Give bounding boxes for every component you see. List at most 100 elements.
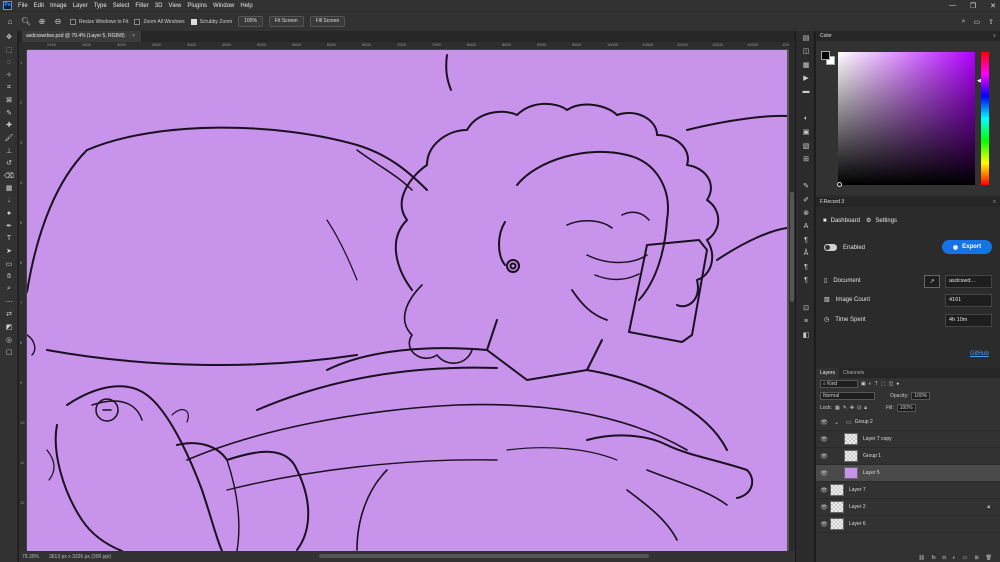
- color-picker-field[interactable]: [838, 52, 975, 185]
- zoom-tool-icon[interactable]: ⌕: [0, 283, 18, 296]
- character-panel-icon[interactable]: A: [796, 220, 816, 234]
- menu-file[interactable]: File: [15, 3, 31, 9]
- fx-icon[interactable]: fx: [932, 555, 936, 561]
- hue-slider-arrow-icon[interactable]: ◀: [977, 78, 981, 84]
- para-styles-icon[interactable]: ¶: [796, 274, 816, 288]
- visibility-eye-icon[interactable]: 👁︎: [818, 521, 830, 528]
- menu-plugins[interactable]: Plugins: [184, 3, 210, 9]
- menu-type[interactable]: Type: [91, 3, 110, 9]
- quick-mask-icon[interactable]: ◎: [0, 333, 18, 346]
- layer-row-layer-5[interactable]: 👁︎ Layer 5: [816, 465, 1000, 482]
- screen-mode-icon[interactable]: ▢: [0, 346, 18, 359]
- properties-panel-icon[interactable]: ◫: [796, 45, 816, 59]
- adjustment-layer-icon[interactable]: ◐: [953, 555, 956, 561]
- rectangle-tool-icon[interactable]: ▭: [0, 258, 18, 271]
- document-tab[interactable]: asdcsswdws.psd @ 79.4% (Layer 5, RGB/8) …: [22, 31, 142, 42]
- brush-tool-icon[interactable]: 🖌︎: [0, 132, 18, 145]
- gradient-tool-icon[interactable]: ▦: [0, 182, 18, 195]
- zoom-in-icon[interactable]: ⊕: [36, 16, 48, 28]
- eraser-tool-icon[interactable]: ⌫: [0, 170, 18, 183]
- menu-image[interactable]: Image: [47, 3, 70, 9]
- brushes-panel-icon[interactable]: ✐: [796, 193, 816, 207]
- blur-tool-icon[interactable]: 💧︎: [0, 195, 18, 208]
- github-link[interactable]: GitHub: [970, 351, 989, 357]
- layer-row-layer-6[interactable]: 👁︎ Layer 6: [816, 516, 1000, 533]
- status-zoom[interactable]: 79.39%: [19, 554, 49, 560]
- export-button[interactable]: ◉ Export: [942, 240, 992, 254]
- visibility-eye-icon[interactable]: 👁︎: [818, 436, 830, 443]
- add-mask-icon[interactable]: ◘: [943, 555, 946, 561]
- fg-bg-swatches[interactable]: [821, 51, 835, 65]
- fill-screen-button[interactable]: Fill Screen: [309, 16, 346, 27]
- comments-panel-icon[interactable]: ▬: [796, 85, 816, 99]
- crop-tool-icon[interactable]: ⌗: [0, 81, 18, 94]
- tab-layers[interactable]: Layers: [816, 368, 840, 378]
- lock-position-icon[interactable]: ✥: [850, 405, 854, 411]
- canvas-area[interactable]: [27, 50, 789, 551]
- swatches-panel-icon[interactable]: ▣: [796, 126, 816, 140]
- more-tools-icon[interactable]: ⋯: [0, 295, 18, 308]
- share-icon[interactable]: ⇪: [988, 18, 994, 26]
- move-tool-icon[interactable]: ✥: [0, 31, 18, 44]
- menu-filter[interactable]: Filter: [132, 3, 151, 9]
- layer-row-layer-7-copy[interactable]: 👁︎ Layer 7 copy: [816, 431, 1000, 448]
- type-tool-icon[interactable]: T: [0, 233, 18, 246]
- minimize-icon[interactable]: —: [949, 2, 956, 9]
- lock-transparent-icon[interactable]: ▦: [835, 405, 840, 411]
- menu-layer[interactable]: Layer: [70, 3, 91, 9]
- path-selection-tool-icon[interactable]: ➤: [0, 245, 18, 258]
- patterns-panel-icon[interactable]: ⊞: [796, 153, 816, 167]
- menu-edit[interactable]: Edit: [31, 3, 47, 9]
- fill-input[interactable]: 100%: [896, 404, 916, 412]
- scrubby-zoom-checkbox[interactable]: Scrubby Zoom: [190, 18, 232, 25]
- panel-menu-icon[interactable]: ≡: [993, 197, 996, 207]
- adjust-sliders-icon[interactable]: ≡: [796, 315, 816, 329]
- layer-row-layer-2[interactable]: 👁︎ Layer 2 🔒︎: [816, 499, 1000, 516]
- close-icon[interactable]: ✕: [990, 2, 996, 10]
- filter-toggle-icon[interactable]: ●: [896, 381, 899, 387]
- visibility-eye-icon[interactable]: 👁︎: [818, 419, 830, 426]
- panel-menu-icon[interactable]: ≡: [993, 31, 996, 41]
- visibility-eye-icon[interactable]: 👁︎: [818, 487, 830, 494]
- menu-help[interactable]: Help: [237, 3, 255, 9]
- layer-row-layer-7[interactable]: 👁︎ Layer 7: [816, 482, 1000, 499]
- filter-pixel-icon[interactable]: ▣: [861, 381, 866, 387]
- gradients-panel-icon[interactable]: ▧: [796, 139, 816, 153]
- vertical-scroll-thumb[interactable]: [790, 192, 794, 302]
- swap-colors-icon[interactable]: ⇄: [0, 308, 18, 321]
- filter-shape-icon[interactable]: ⬚: [881, 381, 886, 387]
- enabled-toggle[interactable]: [824, 244, 837, 251]
- frecord-panel-icon[interactable]: ◧: [796, 328, 816, 342]
- chevron-down-icon[interactable]: ⌄: [834, 419, 839, 426]
- zoom-100-button[interactable]: 100%: [238, 16, 263, 27]
- new-group-icon[interactable]: ▭: [963, 555, 968, 561]
- pen-tool-icon[interactable]: ✒: [0, 220, 18, 233]
- magic-wand-tool-icon[interactable]: ✧: [0, 69, 18, 82]
- resize-windows-checkbox[interactable]: Resize Windows to Fit: [70, 18, 128, 25]
- opacity-input[interactable]: 100%: [911, 392, 931, 400]
- visibility-eye-icon[interactable]: 👁︎: [818, 453, 830, 460]
- new-layer-icon[interactable]: ⊞: [974, 555, 978, 561]
- tab-settings[interactable]: ⚙ Settings: [866, 217, 897, 225]
- tab-channels[interactable]: Channels: [839, 368, 868, 378]
- eyedropper-tool-icon[interactable]: ✎: [0, 107, 18, 120]
- workspace-icon[interactable]: ▭: [974, 18, 981, 26]
- lock-image-icon[interactable]: ✎: [843, 405, 847, 411]
- glyphs-panel-icon[interactable]: Å: [796, 247, 816, 261]
- lock-all-icon[interactable]: 🔒︎: [864, 405, 867, 411]
- menu-view[interactable]: View: [165, 3, 184, 9]
- brush-settings-icon[interactable]: ✎: [796, 180, 816, 194]
- history-brush-tool-icon[interactable]: ↺: [0, 157, 18, 170]
- char-styles-icon[interactable]: ¶: [796, 261, 816, 275]
- menu-3d[interactable]: 3D: [152, 3, 166, 9]
- healing-brush-tool-icon[interactable]: ✚: [0, 119, 18, 132]
- filter-adjust-icon[interactable]: ◐: [869, 381, 872, 387]
- home-icon[interactable]: ⌂: [4, 16, 16, 28]
- plugin-panel-icon[interactable]: ⊡: [796, 301, 816, 315]
- delete-layer-icon[interactable]: 🗑︎: [986, 555, 992, 561]
- zoom-tool-icon[interactable]: 🔍︎: [20, 16, 32, 28]
- color-swatches-icon[interactable]: ◩: [0, 321, 18, 334]
- clone-source-icon[interactable]: ⊗: [796, 207, 816, 221]
- hand-tool-icon[interactable]: ✋︎: [0, 270, 18, 283]
- open-document-button[interactable]: ↗: [924, 275, 940, 288]
